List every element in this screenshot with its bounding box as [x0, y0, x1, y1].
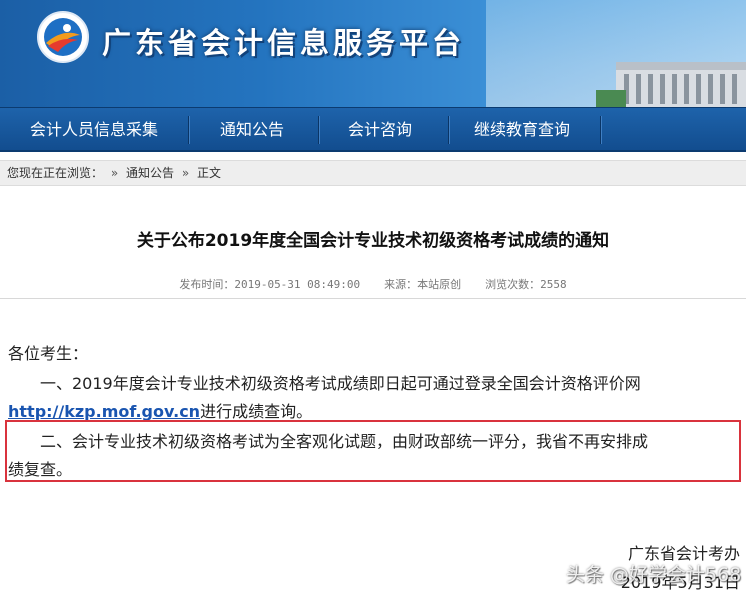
paragraph-1-rest: 进行成绩查询。 — [200, 402, 313, 421]
breadcrumb: 您现在正在浏览： » 通知公告 » 正文 — [0, 160, 746, 186]
paragraph-1-line-1: 一、2019年度会计专业技术初级资格考试成绩即日起可通过登录全国会计资格评价网 — [40, 374, 641, 393]
paragraph-2-line-2: 绩复查。 — [8, 460, 73, 479]
greeting: 各位考生： — [8, 344, 89, 363]
nav-separator — [318, 116, 319, 144]
paragraph-1-line-2: http://kzp.mof.gov.cn进行成绩查询。 — [8, 398, 742, 422]
kzp-link[interactable]: http://kzp.mof.gov.cn — [8, 402, 200, 421]
nav-item-education-query[interactable]: 继续教育查询 — [460, 108, 584, 151]
nav-item-notices[interactable]: 通知公告 — [200, 108, 304, 151]
breadcrumb-link-notices[interactable]: 通知公告 — [126, 161, 174, 185]
source-label: 来源： — [384, 278, 418, 291]
nav-separator — [600, 116, 601, 144]
article-meta: 发布时间：2019-05-31 08:49:00 来源：本站原创 浏览次数：2558 — [0, 276, 746, 292]
nav-separator — [448, 116, 449, 144]
title-divider — [0, 298, 746, 299]
nav-separator — [188, 116, 189, 144]
publish-time-label: 发布时间： — [179, 278, 235, 291]
nav-item-info-collection[interactable]: 会计人员信息采集 — [18, 108, 170, 151]
breadcrumb-separator: » — [181, 166, 190, 180]
site-header: 广东省会计信息服务平台 — [0, 0, 746, 107]
source-value: 本站原创 — [417, 278, 462, 291]
publish-time-value: 2019-05-31 08:49:00 — [234, 278, 361, 291]
views-label: 浏览次数： — [485, 278, 541, 291]
site-logo-icon[interactable] — [36, 10, 90, 64]
main-nav: 会计人员信息采集 通知公告 会计咨询 继续教育查询 — [0, 107, 746, 152]
site-title[interactable]: 广东省会计信息服务平台 — [102, 20, 465, 62]
views-value: 2558 — [540, 278, 567, 291]
building-illustration — [596, 62, 746, 107]
breadcrumb-current: 正文 — [197, 166, 222, 180]
breadcrumb-separator: » — [110, 166, 119, 180]
paragraph-2-line-1: 二、会计专业技术初级资格考试为全客观化试题，由财政部统一评分，我省不再安排成 — [40, 432, 649, 451]
nav-item-consulting[interactable]: 会计咨询 — [330, 108, 430, 151]
breadcrumb-prefix: 您现在正在浏览： — [7, 166, 104, 180]
article-title: 关于公布2019年度全国会计专业技术初级资格考试成绩的通知 — [136, 231, 610, 251]
watermark: 头条 @好学会计568 — [566, 564, 742, 586]
